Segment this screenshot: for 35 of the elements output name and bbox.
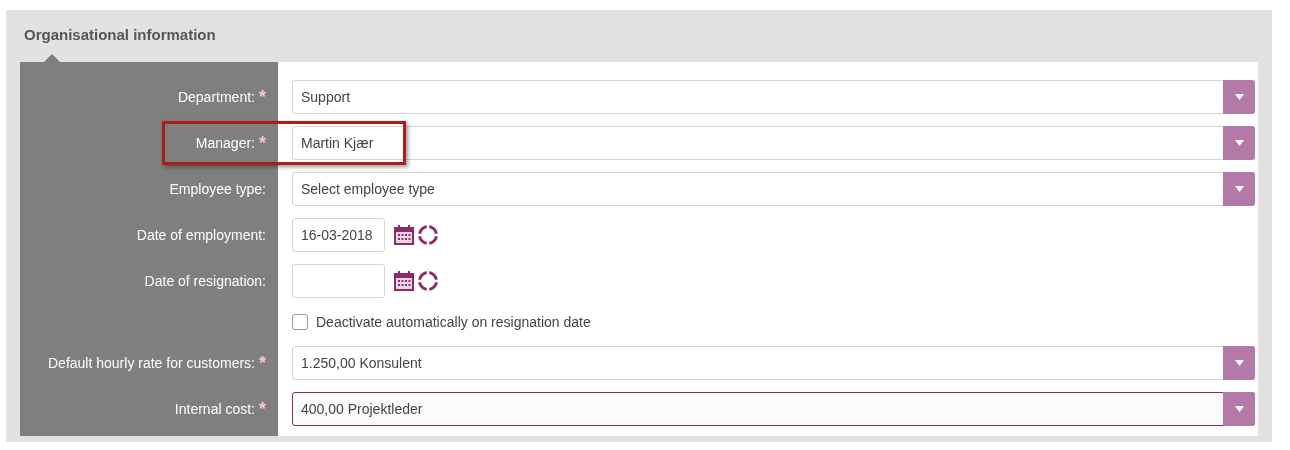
select-field[interactable]: Support bbox=[292, 80, 1255, 114]
select-field[interactable]: 1.250,00 Konsulent bbox=[292, 346, 1255, 380]
dropdown-button[interactable] bbox=[1223, 80, 1255, 114]
required-mark: * bbox=[259, 354, 266, 372]
field-label: Date of employment: bbox=[136, 225, 266, 245]
caret-icon bbox=[1234, 360, 1244, 366]
caret-icon bbox=[1234, 406, 1244, 412]
dropdown-button[interactable] bbox=[1223, 172, 1255, 206]
select-field[interactable]: Select employee type bbox=[292, 172, 1255, 206]
required-mark: * bbox=[259, 400, 266, 418]
dropdown-button[interactable] bbox=[1223, 346, 1255, 380]
required-mark: * bbox=[259, 88, 266, 106]
caret-icon bbox=[1234, 186, 1244, 192]
caret-icon bbox=[1234, 94, 1244, 100]
date-field[interactable] bbox=[292, 264, 385, 298]
select-field[interactable]: 400,00 Projektleder bbox=[292, 392, 1255, 426]
field-label: Manager: bbox=[195, 133, 255, 153]
calendar-icon[interactable] bbox=[393, 270, 415, 292]
checkbox[interactable] bbox=[292, 314, 308, 330]
target-icon[interactable] bbox=[417, 270, 439, 292]
date-field[interactable]: 16-03-2018 bbox=[292, 218, 385, 252]
field-label: Date of resignation: bbox=[144, 271, 266, 291]
calendar-icon[interactable] bbox=[393, 224, 415, 246]
checkbox-label: Deactivate automatically on resignation date bbox=[316, 312, 591, 332]
field-label: Employee type: bbox=[169, 179, 266, 199]
dropdown-button[interactable] bbox=[1223, 126, 1255, 160]
select-field[interactable]: Martin Kjær bbox=[292, 126, 1255, 160]
field-label: Default hourly rate for customers: bbox=[48, 353, 255, 373]
caret-icon bbox=[1234, 140, 1244, 146]
field-label: Department: bbox=[177, 87, 255, 107]
section-title: Organisational information bbox=[23, 25, 217, 45]
dropdown-button[interactable] bbox=[1223, 392, 1255, 426]
target-icon[interactable] bbox=[417, 224, 439, 246]
required-mark: * bbox=[259, 134, 266, 152]
field-label: Internal cost: bbox=[174, 399, 255, 419]
